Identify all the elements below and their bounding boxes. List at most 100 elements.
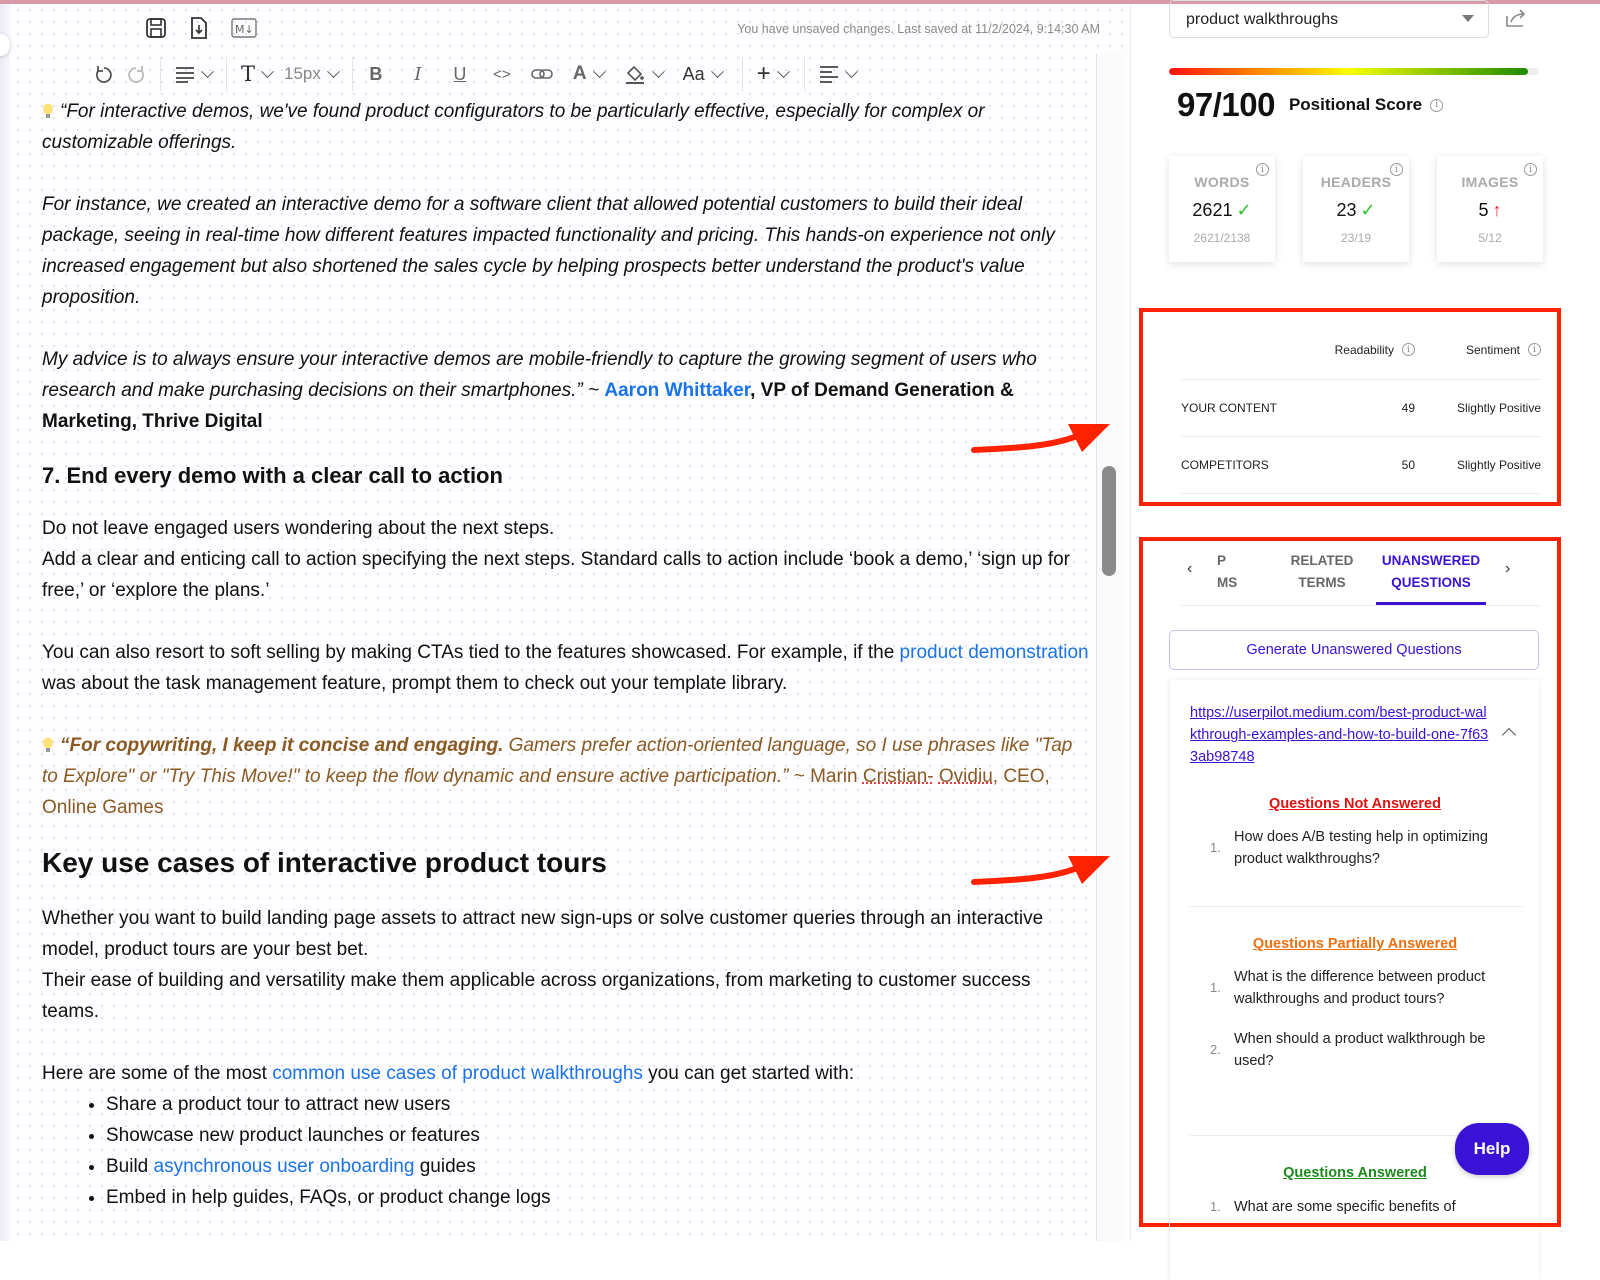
- chevron-down-icon: [776, 64, 790, 78]
- paragraph: Add a clear and enticing call to action …: [42, 549, 1071, 601]
- annotation-arrow-icon: [971, 856, 1110, 885]
- lightbulb-icon: [43, 737, 53, 752]
- download-file-icon[interactable]: [189, 16, 209, 40]
- info-icon[interactable]: i: [1390, 163, 1403, 176]
- text-case-icon: Aa: [682, 63, 705, 84]
- annotation-arrow-icon: [971, 424, 1110, 453]
- list-item: Build asynchronous user onboarding guide…: [106, 1151, 1092, 1182]
- stat-card-words: i WORDS 2621 ✓ 2621/2138: [1169, 156, 1275, 262]
- toolbar-divider: [741, 57, 743, 91]
- divider: [1190, 906, 1522, 907]
- insert-dropdown[interactable]: +: [751, 59, 794, 89]
- positional-score: 97/100 Positional Score i: [1177, 86, 1444, 124]
- font-color-dropdown[interactable]: A: [567, 59, 610, 89]
- caret-down-icon: [1462, 15, 1474, 22]
- link-button[interactable]: [525, 59, 559, 89]
- text-style-dropdown[interactable]: T: [235, 59, 278, 89]
- table-row: YOUR CONTENT 49 Slightly Positive: [1181, 380, 1541, 437]
- info-icon[interactable]: i: [1402, 343, 1415, 356]
- toolbar-divider: [160, 57, 161, 91]
- underline-icon: U: [453, 63, 467, 84]
- redo-button[interactable]: [120, 59, 152, 89]
- toolbar-divider: [226, 57, 227, 91]
- stat-cards: i WORDS 2621 ✓ 2621/2138 i HEADERS 23 ✓ 23…: [1169, 156, 1543, 262]
- editor-scrollbar[interactable]: [1096, 54, 1124, 1241]
- link-icon: [531, 69, 553, 79]
- plus-icon: +: [756, 60, 771, 87]
- paint-bucket-icon: [625, 65, 644, 84]
- score-progress-bar: [1169, 68, 1539, 75]
- keyword-select[interactable]: product walkthroughs: [1169, 0, 1489, 38]
- underline-button[interactable]: U: [445, 59, 475, 89]
- left-edge: [0, 4, 10, 1241]
- document-content[interactable]: “For interactive demos, we've found prod…: [42, 96, 1092, 1213]
- tab-scroll-right-icon[interactable]: ›: [1505, 560, 1510, 578]
- paragraph-style-dropdown[interactable]: [169, 59, 218, 89]
- paragraph: Whether you want to build landing page a…: [42, 908, 1044, 960]
- chevron-down-icon: [710, 64, 724, 78]
- partially-answered-title: Questions Partially Answered: [1252, 936, 1458, 952]
- undo-button[interactable]: [88, 59, 120, 89]
- font-color-icon: A: [572, 63, 587, 84]
- text-style-icon: T: [241, 62, 256, 86]
- chevron-up-icon[interactable]: [1501, 727, 1517, 743]
- paragraph: You can also resort to soft selling by m…: [42, 642, 1089, 694]
- tab-related-terms[interactable]: RELATED TERMS: [1277, 550, 1367, 594]
- share-icon[interactable]: [1505, 8, 1527, 33]
- chevron-down-icon: [201, 64, 214, 78]
- list-item: Showcase new product launches or feature…: [106, 1120, 1092, 1151]
- quote-paragraph: For instance, we created an interactive …: [42, 194, 1055, 308]
- tab-scroll-left-icon[interactable]: ‹: [1187, 560, 1192, 578]
- info-icon[interactable]: i: [1256, 163, 1269, 176]
- lightbulb-icon: [43, 103, 53, 118]
- toolbar-divider: [803, 57, 805, 91]
- generate-unanswered-questions-button[interactable]: Generate Unanswered Questions: [1169, 630, 1539, 670]
- text-case-dropdown[interactable]: Aa: [677, 59, 728, 89]
- quote-paragraph: “For interactive demos, we've found prod…: [42, 101, 985, 153]
- chevron-down-icon: [651, 64, 665, 78]
- save-status: You have unsaved changes. Last saved at …: [737, 22, 1100, 36]
- info-icon[interactable]: i: [1528, 343, 1541, 356]
- arrow-up-icon: ↑: [1492, 200, 1502, 220]
- list-item: Embed in help guides, FAQs, or product c…: [106, 1182, 1092, 1213]
- align-dropdown[interactable]: [813, 59, 862, 89]
- use-case-list: Share a product tour to attract new user…: [106, 1089, 1092, 1213]
- onboarding-link[interactable]: asynchronous user onboarding: [154, 1156, 415, 1177]
- formatting-toolbar: T 15px B I U <> A Aa +: [88, 56, 862, 92]
- competitor-url-link[interactable]: https://userpilot.medium.com/best-produc…: [1190, 702, 1490, 768]
- undo-icon: [96, 66, 112, 83]
- paragraph-icon: [176, 67, 194, 83]
- code-button[interactable]: <>: [487, 59, 517, 89]
- panel-tabs: ‹ P MS RELATED TERMS UNANSWERED QUESTIONS ›: [1181, 544, 1541, 606]
- author-link[interactable]: Aaron Whittaker: [604, 380, 750, 401]
- tab-partial[interactable]: P MS: [1217, 550, 1247, 594]
- stat-card-images: i IMAGES 5 ↑ 5/12: [1437, 156, 1543, 262]
- section-heading: Key use cases of interactive product tou…: [42, 847, 607, 878]
- highlight-color-dropdown[interactable]: [618, 59, 669, 89]
- product-demonstration-link[interactable]: product demonstration: [900, 642, 1089, 663]
- markdown-download-icon[interactable]: M↓: [231, 18, 257, 38]
- help-button[interactable]: Help: [1455, 1123, 1529, 1175]
- not-answered-list: 1. How does A/B testing help in optimizin…: [1210, 826, 1510, 888]
- score-value: 97/100: [1177, 86, 1275, 123]
- quote-paragraph: “For copywriting, I keep it concise and …: [42, 735, 1073, 818]
- code-icon: <>: [493, 65, 511, 83]
- chevron-down-icon: [592, 64, 606, 78]
- info-icon[interactable]: i: [1524, 163, 1537, 176]
- svg-text:M↓: M↓: [235, 23, 254, 36]
- save-icon[interactable]: [145, 17, 167, 39]
- info-icon[interactable]: i: [1430, 98, 1444, 112]
- italic-icon: I: [414, 63, 422, 85]
- use-cases-link[interactable]: common use cases of product walkthroughs: [272, 1063, 643, 1084]
- redo-icon: [128, 66, 144, 83]
- table-row: COMPETITORS 50 Slightly Positive: [1181, 437, 1541, 494]
- toolbar-divider: [351, 57, 353, 91]
- score-label: Positional Score: [1288, 95, 1423, 114]
- editor-pane: M↓ You have unsaved changes. Last saved …: [0, 4, 1130, 1241]
- list-item: 2. When should a product walkthrough be u…: [1210, 1031, 1486, 1069]
- scrollbar-thumb[interactable]: [1102, 466, 1116, 576]
- bold-button[interactable]: B: [361, 59, 391, 89]
- tab-unanswered-questions[interactable]: UNANSWERED QUESTIONS: [1376, 550, 1486, 594]
- italic-button[interactable]: I: [403, 59, 433, 89]
- font-size-dropdown[interactable]: 15px: [278, 59, 344, 89]
